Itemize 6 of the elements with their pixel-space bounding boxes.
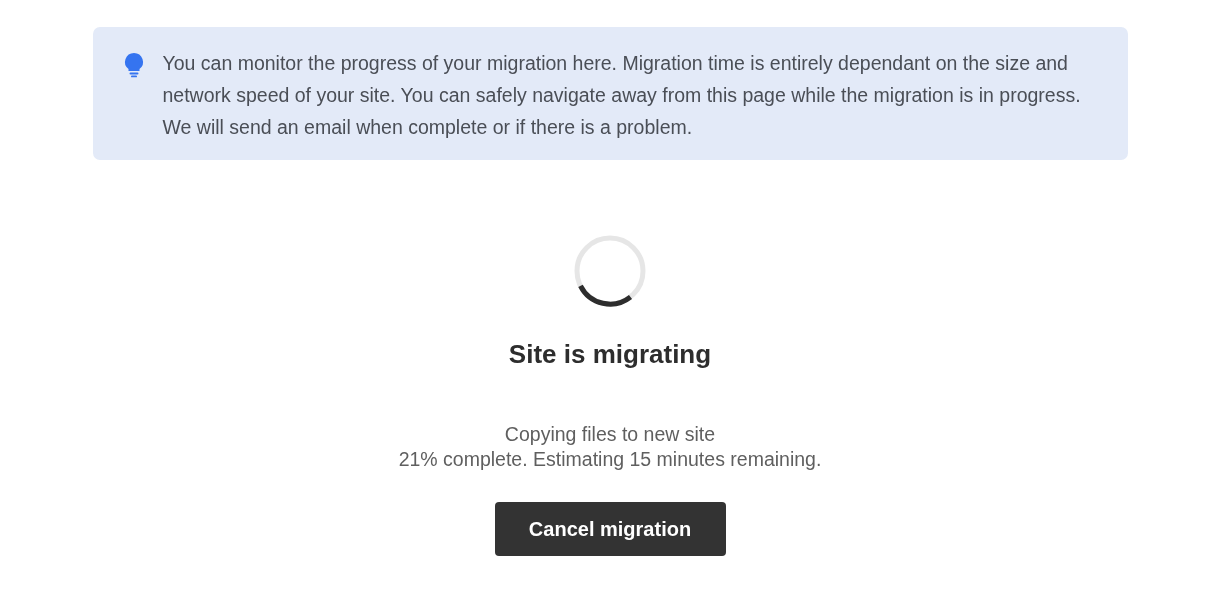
status-detail: 21% complete. Estimating 15 minutes remaining.: [398, 447, 822, 472]
cancel-button[interactable]: Cancel migration: [494, 502, 726, 556]
status-title: Site is migrating: [508, 338, 712, 370]
notice-text: You can monitor the progress of your migration here. Migration time is entirely dependant on the size and network speed of your site. You can safely navigate away from this page while the migration is in progress. We will send an email when complete or if there is a problem.: [162, 51, 1082, 140]
lightbulb-icon: [122, 52, 145, 78]
status-step: Copying files to new site: [504, 422, 716, 447]
